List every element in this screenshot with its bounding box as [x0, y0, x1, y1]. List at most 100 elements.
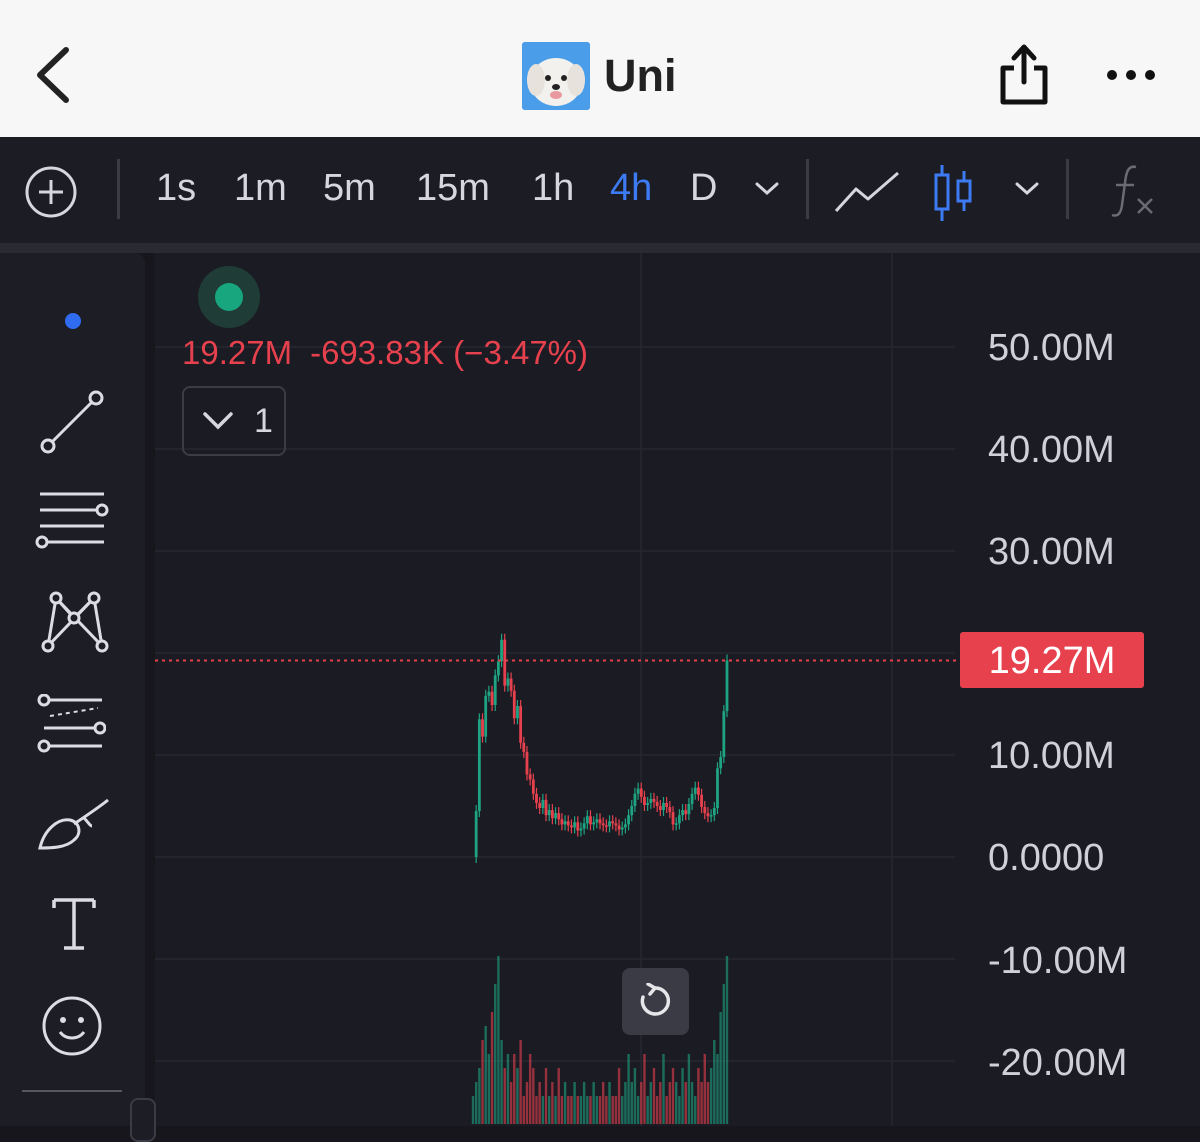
candle	[528, 774, 532, 780]
volume-bar	[532, 1068, 535, 1124]
candle	[611, 821, 615, 824]
volume-bar	[684, 1082, 687, 1124]
candle	[497, 661, 500, 676]
candle	[633, 793, 637, 806]
timeframe-5m[interactable]: 5m	[323, 167, 376, 210]
token-avatar	[522, 42, 590, 110]
timeframe-15m[interactable]: 15m	[416, 167, 490, 210]
legend-price: 19.27M	[182, 334, 293, 371]
candle	[649, 798, 653, 803]
candle	[474, 811, 478, 857]
volume-bar	[563, 1082, 567, 1124]
volume-bar	[630, 1082, 633, 1124]
candle	[550, 810, 554, 819]
candle	[700, 794, 703, 808]
volume-bar	[519, 1040, 522, 1124]
share-icon[interactable]	[998, 42, 1050, 108]
volume-bar	[592, 1082, 595, 1124]
chart-type-chevron-down-icon[interactable]	[1014, 181, 1040, 197]
candle	[617, 825, 621, 830]
volume-bar	[589, 1096, 592, 1124]
candle	[535, 793, 538, 803]
timeframe-D[interactable]: D	[690, 167, 717, 210]
candle	[538, 802, 542, 809]
volume-bar	[643, 1054, 646, 1124]
volume-bar	[640, 1082, 643, 1124]
candle	[477, 719, 481, 812]
toolbar-gap	[0, 243, 1200, 253]
toolbar-divider	[806, 159, 809, 219]
status-badge	[198, 266, 260, 328]
line-chart-icon[interactable]	[832, 167, 902, 215]
legend-change: -693.83K (−3.47%)	[310, 334, 588, 371]
brush-icon[interactable]	[36, 796, 112, 852]
candle	[579, 828, 583, 831]
timeframe-1s[interactable]: 1s	[156, 167, 196, 210]
candle	[576, 822, 580, 831]
pattern-icon[interactable]	[38, 588, 110, 656]
candle	[725, 660, 729, 712]
candle	[487, 691, 491, 696]
panel-scroll-handle[interactable]	[130, 1098, 156, 1142]
volume-bar	[487, 1054, 491, 1124]
candle	[592, 822, 596, 825]
tools-divider	[22, 1090, 122, 1092]
candle	[601, 823, 605, 826]
chevron-down-icon	[203, 412, 233, 430]
volume-bar	[522, 1096, 525, 1124]
volume-bar	[716, 1054, 719, 1124]
status-dot	[215, 283, 243, 311]
app-header: Uni	[0, 0, 1200, 137]
horizontal-lines-icon[interactable]	[34, 490, 110, 554]
volume-bar	[516, 1068, 519, 1124]
candle	[703, 807, 707, 814]
volume-bar	[601, 1082, 605, 1124]
volume-bar	[655, 1096, 659, 1124]
timeframe-chevron-down-icon[interactable]	[754, 181, 780, 197]
timeframe-1m[interactable]: 1m	[234, 167, 287, 210]
add-indicator-icon[interactable]	[24, 165, 78, 219]
candle	[684, 810, 688, 815]
price-axis-label: 40.00M	[988, 429, 1115, 471]
volume-bar	[481, 1040, 484, 1124]
candle	[608, 821, 611, 827]
volume-bar	[582, 1082, 586, 1124]
back-icon[interactable]	[28, 44, 78, 106]
reset-chart-button[interactable]	[622, 968, 689, 1035]
collapse-indicators-button[interactable]: 1	[182, 386, 286, 456]
candle	[570, 825, 573, 828]
toolbar-divider	[1066, 159, 1069, 219]
volume-bar	[662, 1054, 665, 1124]
price-legend: 19.27M -693.83K (−3.47%)	[182, 334, 588, 372]
price-axis-label: 10.00M	[988, 735, 1115, 777]
volume-bar	[665, 1096, 668, 1124]
volume-bar	[652, 1068, 656, 1124]
candle	[585, 816, 589, 824]
candle	[563, 821, 567, 825]
text-tool-icon[interactable]	[50, 896, 98, 952]
candle	[655, 801, 659, 806]
volume-bar	[608, 1082, 611, 1124]
current-price-tag: 19.27M	[960, 632, 1144, 688]
volume-bar	[570, 1096, 573, 1124]
volume-bar	[535, 1096, 538, 1124]
function-icon[interactable]	[1108, 161, 1156, 221]
volume-bar	[675, 1082, 678, 1124]
emoji-icon[interactable]	[40, 994, 104, 1058]
volume-bar	[706, 1082, 710, 1124]
timeframe-4h[interactable]: 4h	[610, 167, 652, 210]
timeframe-1h[interactable]: 1h	[532, 167, 574, 210]
candlestick-icon[interactable]	[928, 163, 978, 223]
fib-levels-icon[interactable]	[36, 694, 106, 756]
token-title: Uni	[522, 42, 677, 110]
candle	[624, 824, 627, 828]
trend-line-icon[interactable]	[38, 388, 106, 456]
volume-bar	[509, 1082, 513, 1124]
candle	[697, 787, 700, 795]
volume-bar	[528, 1054, 532, 1124]
volume-bar	[497, 956, 500, 1124]
candle	[687, 803, 691, 815]
more-icon[interactable]	[1104, 64, 1158, 86]
volume-bar	[548, 1096, 551, 1124]
volume-bar	[478, 1068, 481, 1124]
